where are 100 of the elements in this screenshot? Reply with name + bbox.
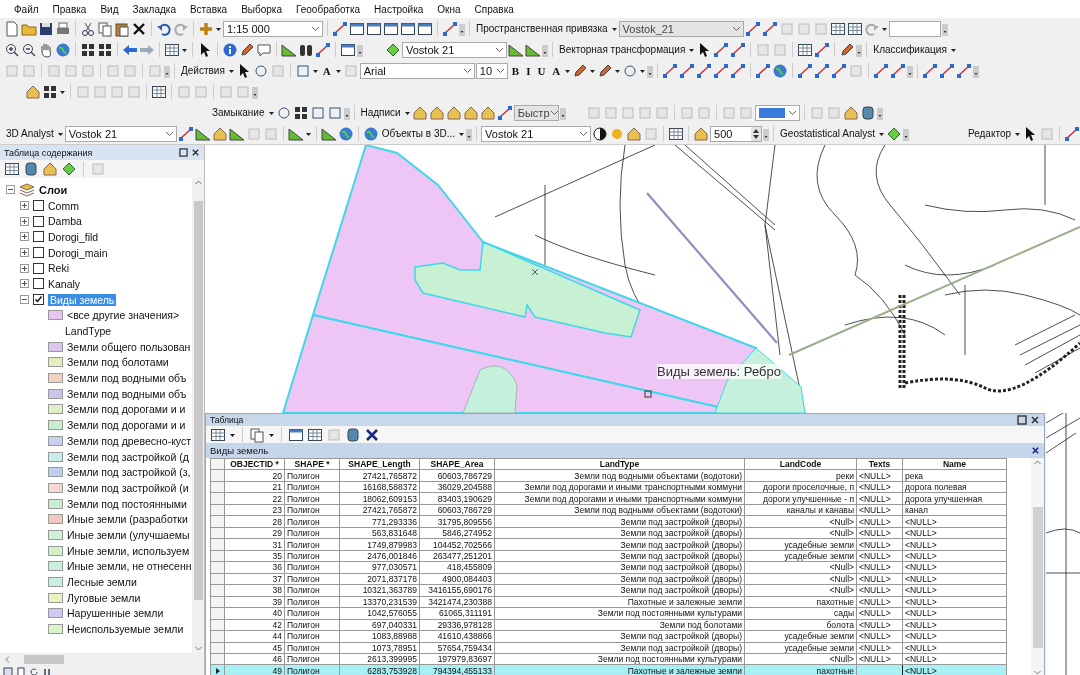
layer-name[interactable]: Dorogi_main <box>48 246 108 259</box>
scissors-icon[interactable] <box>80 20 96 37</box>
toolbar-options-icon[interactable] <box>559 105 566 120</box>
column-header[interactable]: Texts <box>856 458 903 470</box>
house-icon[interactable] <box>693 125 710 142</box>
globe-icon[interactable] <box>337 125 354 142</box>
hand-icon[interactable] <box>38 41 54 58</box>
node-edit-icon[interactable] <box>922 62 939 79</box>
triangle-chart-icon[interactable] <box>525 41 541 58</box>
triangle-chart-icon[interactable] <box>320 125 337 142</box>
database-icon[interactable] <box>859 104 876 121</box>
triangle-chart-icon[interactable] <box>287 125 304 142</box>
globe-icon[interactable] <box>55 41 71 58</box>
highlighted-dropdown[interactable] <box>754 104 800 121</box>
table-row[interactable]: 45 Полигон 1073,78951 57654,759434 Земли под застройкой (дворы) усадебные земли <NULL> <NULL> <box>210 642 1007 654</box>
table-icon[interactable] <box>164 41 180 58</box>
node-edit-icon[interactable] <box>761 20 778 37</box>
node-edit-icon[interactable] <box>315 41 331 58</box>
toolbar-options-icon[interactable] <box>763 126 770 141</box>
column-header[interactable]: OBJECTID * <box>224 458 285 470</box>
node-edit-icon[interactable] <box>1064 125 1080 142</box>
chevron-icon[interactable] <box>495 45 504 54</box>
close-icon[interactable] <box>191 148 200 157</box>
layer-group-label[interactable]: Слои <box>39 183 68 196</box>
table-row[interactable]: 29 Полигон 563,831648 5846,274952 Земли под застройкой (дворы) <Null> <NULL> <NULL> <box>210 527 1007 539</box>
table-row[interactable]: 22 Полигон 18062,609153 83403,190629 Земли под дорогами и иными транспортными коммуни дороги улучшенные - п <NULL> дорога улучшенная <box>210 492 1007 505</box>
window-icon[interactable] <box>400 20 416 37</box>
delete-icon[interactable] <box>364 426 380 443</box>
window-icon[interactable] <box>383 20 399 37</box>
layer-dropdown[interactable]: Vostok 21 <box>402 41 507 58</box>
table-row[interactable]: 28 Полигон 771,293336 31795,809556 Земли под застройкой (дворы) <Null> <NULL> <NULL> <box>210 515 1007 528</box>
house-icon[interactable] <box>411 104 428 121</box>
table-row[interactable]: 46 Полигон 2613,399995 197979,83697 Земли под постоянными культурами <Null> <NULL> <NULL> <box>210 653 1007 665</box>
table-row[interactable]: 36 Полигон 977,030571 418,455809 Земли под застройкой (дворы) <Null> <NULL> <NULL> <box>210 561 1007 574</box>
node-edit-icon[interactable] <box>755 62 772 79</box>
four-squares-icon[interactable] <box>42 83 58 100</box>
table-icon[interactable] <box>307 426 323 443</box>
toolbar-options-icon[interactable] <box>973 63 980 78</box>
pen-icon[interactable] <box>839 41 856 58</box>
four-squares-icon[interactable] <box>97 41 113 58</box>
menu-item[interactable]: Справка <box>474 3 514 15</box>
scrollbar-thumb[interactable] <box>24 655 64 664</box>
font-size-dropdown[interactable]: 10 <box>475 62 508 79</box>
node-edit-icon[interactable] <box>730 62 747 79</box>
node-edit-icon[interactable] <box>496 104 513 121</box>
table-icon[interactable] <box>668 125 685 142</box>
copy-icon[interactable] <box>249 426 265 443</box>
globe-icon[interactable] <box>362 125 379 142</box>
chevron-icon[interactable] <box>495 66 505 75</box>
circle-icon[interactable] <box>275 104 292 121</box>
table-row[interactable]: 44 Полигон 1083,88988 41610,438866 Земли под застройкой (дворы) усадебные земли <NULL> <NULL> <box>210 630 1007 642</box>
toolbar-menu-button[interactable]: 3D Analyst <box>4 125 56 142</box>
font-dropdown[interactable]: Arial <box>359 62 475 79</box>
node-edit-icon[interactable] <box>873 62 890 79</box>
expand-icon[interactable] <box>20 232 29 242</box>
node-edit-icon[interactable] <box>679 62 696 79</box>
column-header[interactable]: LandType <box>494 458 745 470</box>
node-edit-icon[interactable] <box>696 62 713 79</box>
table-row[interactable]: 31 Полигон 1749,879983 104452,702566 Земли под застройкой (дворы) усадебные земли <NULL> <NULL> <box>210 538 1007 551</box>
chevron-icon[interactable] <box>462 66 472 75</box>
column-header[interactable]: SHAPE_Area <box>419 458 495 470</box>
layer-checkbox[interactable] <box>33 231 44 243</box>
table-row[interactable]: 49 Полигон 6283,753928 794394,455133 Пахотные и залежные земли пахотные <NULL> <box>210 664 1007 675</box>
node-edit-icon[interactable] <box>713 41 730 58</box>
close-icon[interactable] <box>1030 415 1040 425</box>
node-edit-icon[interactable] <box>814 41 831 58</box>
text-format-button[interactable]: B <box>508 64 523 77</box>
node-edit-icon[interactable] <box>662 62 679 79</box>
house-icon[interactable] <box>428 104 445 121</box>
node-edit-icon[interactable] <box>814 62 831 79</box>
menu-item[interactable]: Вид <box>100 3 119 15</box>
window-icon[interactable] <box>417 20 433 37</box>
chevron-icon[interactable] <box>787 108 797 117</box>
zoom-in-icon[interactable] <box>4 41 20 58</box>
new-page-icon[interactable] <box>4 20 20 37</box>
text-format-button[interactable]: A <box>319 64 334 77</box>
layer-checkbox[interactable] <box>33 278 44 290</box>
globe-icon[interactable] <box>772 62 789 79</box>
table-row[interactable]: 20 Полигон 27421,765872 60603,786729 Земли под водными объектами (водотоки) реки <NULL> река <box>210 469 1007 482</box>
collapse-icon[interactable] <box>20 295 29 305</box>
save-icon[interactable] <box>38 20 54 37</box>
scrollbar-thumb[interactable] <box>193 201 203 600</box>
expand-icon[interactable] <box>20 201 29 211</box>
triangle-chart-icon[interactable] <box>228 125 245 142</box>
speech-bubble-icon[interactable] <box>256 41 272 58</box>
text-format-button[interactable]: I <box>523 64 534 77</box>
toolbar-options-icon[interactable] <box>164 63 170 78</box>
column-header[interactable]: SHAPE * <box>284 458 340 470</box>
toolbar-options-icon[interactable] <box>542 42 548 57</box>
four-squares-icon[interactable] <box>292 104 309 121</box>
pen-icon[interactable] <box>597 62 614 79</box>
toolbar-options-icon[interactable] <box>903 126 910 141</box>
node-edit-icon[interactable] <box>332 20 348 37</box>
layer-name[interactable]: Damba <box>48 215 82 228</box>
house-icon[interactable] <box>626 125 643 142</box>
table-icon[interactable] <box>210 426 226 443</box>
circle-icon[interactable] <box>622 62 639 79</box>
menu-item[interactable]: Выборка <box>241 3 282 15</box>
toolbar-menu-button[interactable]: Надписи <box>358 104 403 121</box>
pause-icon[interactable] <box>42 667 52 675</box>
